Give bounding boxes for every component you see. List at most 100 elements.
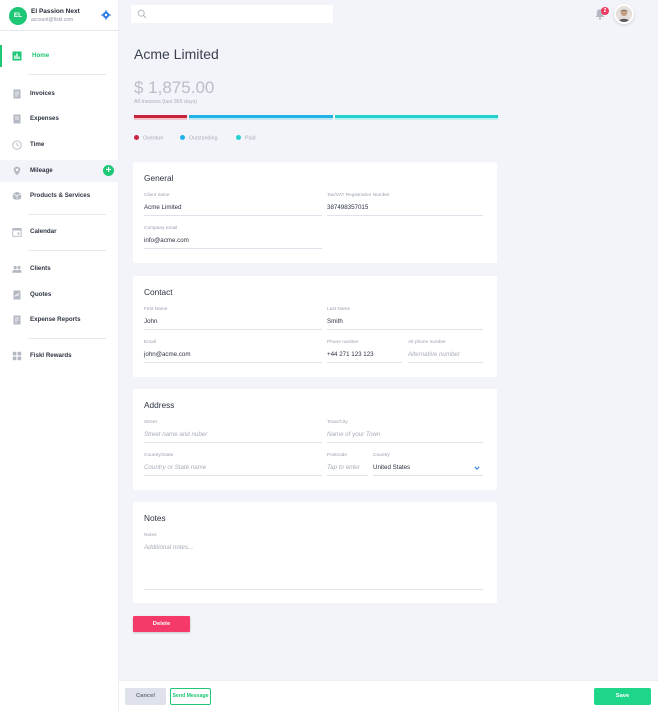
town-field[interactable]: Town/City Name of your Town [327,420,483,444]
address-card: Address Street Street name and nuber Tow… [133,389,497,490]
country-select[interactable]: Country United States [373,453,483,477]
action-footer: Cancel Send Message Save [119,680,658,711]
chevron-down-icon [474,466,480,471]
legend-outstanding: Outstanding [180,135,218,142]
notes-textarea[interactable]: Notes Additional notes... [144,533,483,591]
sidebar-divider [28,74,106,75]
search-bar [131,5,333,23]
field-label: Company email [144,226,178,231]
field-value: +44 271 123 123 [327,351,374,358]
field-underline [144,248,322,249]
field-label: Email [144,340,156,345]
sidebar-item-products[interactable]: Products & Services [0,185,119,207]
sidebar-item-clients[interactable]: Clients [0,258,119,280]
last-name-field[interactable]: Last Name Smith [327,307,483,331]
search-input[interactable] [151,7,326,21]
field-label: Alt phone number [408,340,446,345]
gear-icon[interactable] [101,10,111,20]
sidebar-item-label: Expense Reports [30,316,81,323]
sidebar-item-invoices[interactable]: Invoices [0,83,119,105]
field-value: Acme Limited [144,204,182,211]
sidebar-item-calendar[interactable]: Calendar [0,221,119,243]
field-underline [327,442,483,443]
sidebar-item-rewards[interactable]: Fiskl Rewards [0,345,119,367]
field-underline [144,362,322,363]
street-field[interactable]: Street Street name and nuber [144,420,322,444]
field-value: United States [373,464,411,471]
add-mileage-button[interactable]: + [103,165,114,176]
general-card: General Client name Acme Limited Tax/VAT… [133,162,497,263]
sidebar-item-expenses[interactable]: Expenses [0,108,119,130]
field-value: 387498357015 [327,204,369,211]
clock-icon [12,140,22,150]
grid-icon [12,351,22,361]
sidebar-item-mileage[interactable]: Mileage + [0,160,119,182]
field-label: Tax/VAT Registration Number [327,193,390,198]
delete-button[interactable]: Delete [133,616,190,632]
account-email: account@fiskl.com [31,17,74,23]
report-icon [13,315,21,325]
avatar[interactable] [614,4,634,24]
field-label: Town/City [327,420,348,425]
field-underline [144,329,322,330]
invoices-total-caption: All Invoices (last 365 days) [134,99,198,105]
sidebar-item-label: Home [32,52,50,59]
card-title: Contact [144,287,173,297]
quote-document-icon [13,290,21,300]
send-message-button[interactable]: Send Message [170,688,211,705]
client-name-field[interactable]: Client name Acme Limited [144,193,322,217]
outstanding-bar-shade [189,117,333,120]
overdue-dot [134,135,139,140]
field-label: First Name [144,307,168,312]
field-underline [144,589,483,590]
company-email-field[interactable]: Company email info@acme.com [144,226,322,250]
overdue-bar-shade [134,117,187,120]
sidebar-item-expense-reports[interactable]: Expense Reports [0,309,119,331]
field-placeholder: Alternative number [408,351,460,358]
calendar-icon [12,228,22,237]
field-underline [327,329,483,330]
field-placeholder: Additional notes... [144,544,194,551]
save-button[interactable]: Save [594,688,651,705]
sidebar-item-time[interactable]: Time [0,134,119,156]
field-value: john@acme.com [144,351,191,358]
card-title: General [144,173,174,183]
postcode-field[interactable]: Postcode Tap to enter [327,453,368,477]
chart-icon [12,51,22,61]
paid-bar-shade [335,117,498,120]
field-label: Country [373,453,390,458]
sidebar-item-label: Time [30,141,45,148]
box-icon [12,191,22,201]
sidebar-divider [0,30,119,31]
field-underline [327,475,368,476]
sidebar-divider [28,338,106,339]
cancel-button[interactable]: Cancel [125,688,166,705]
email-field[interactable]: Email john@acme.com [144,340,322,364]
first-name-field[interactable]: First Name John [144,307,322,331]
sidebar-item-label: Quotes [30,291,52,298]
field-underline [373,475,483,476]
sidebar-item-label: Mileage [30,167,53,174]
sidebar: EL El Passion Next account@fiskl.com Hom… [0,0,119,711]
legend-label: Paid [245,135,256,142]
tax-number-field[interactable]: Tax/VAT Registration Number 387498357015 [327,193,483,217]
field-label: Notes [144,533,157,538]
page-title: Acme Limited [134,46,219,62]
card-title: Notes [144,513,166,523]
sidebar-item-home[interactable]: Home [0,45,119,67]
card-title: Address [144,400,175,410]
field-underline [327,362,402,363]
account-switcher[interactable]: EL El Passion Next account@fiskl.com [9,6,115,26]
users-icon [12,265,22,273]
phone-field[interactable]: Phone number +44 271 123 123 [327,340,402,364]
contact-card: Contact First Name John Last Name Smith … [133,276,497,377]
state-field[interactable]: Country/State Country or State name [144,453,322,477]
sidebar-divider [28,250,106,251]
sidebar-item-label: Calendar [30,228,57,235]
field-label: Street [144,420,157,425]
sidebar-item-quotes[interactable]: Quotes [0,284,119,306]
legend-label: Outstanding [189,135,218,142]
alt-phone-field[interactable]: Alt phone number Alternative number [408,340,483,364]
paid-dot [236,135,241,140]
field-placeholder: Street name and nuber [144,431,208,438]
